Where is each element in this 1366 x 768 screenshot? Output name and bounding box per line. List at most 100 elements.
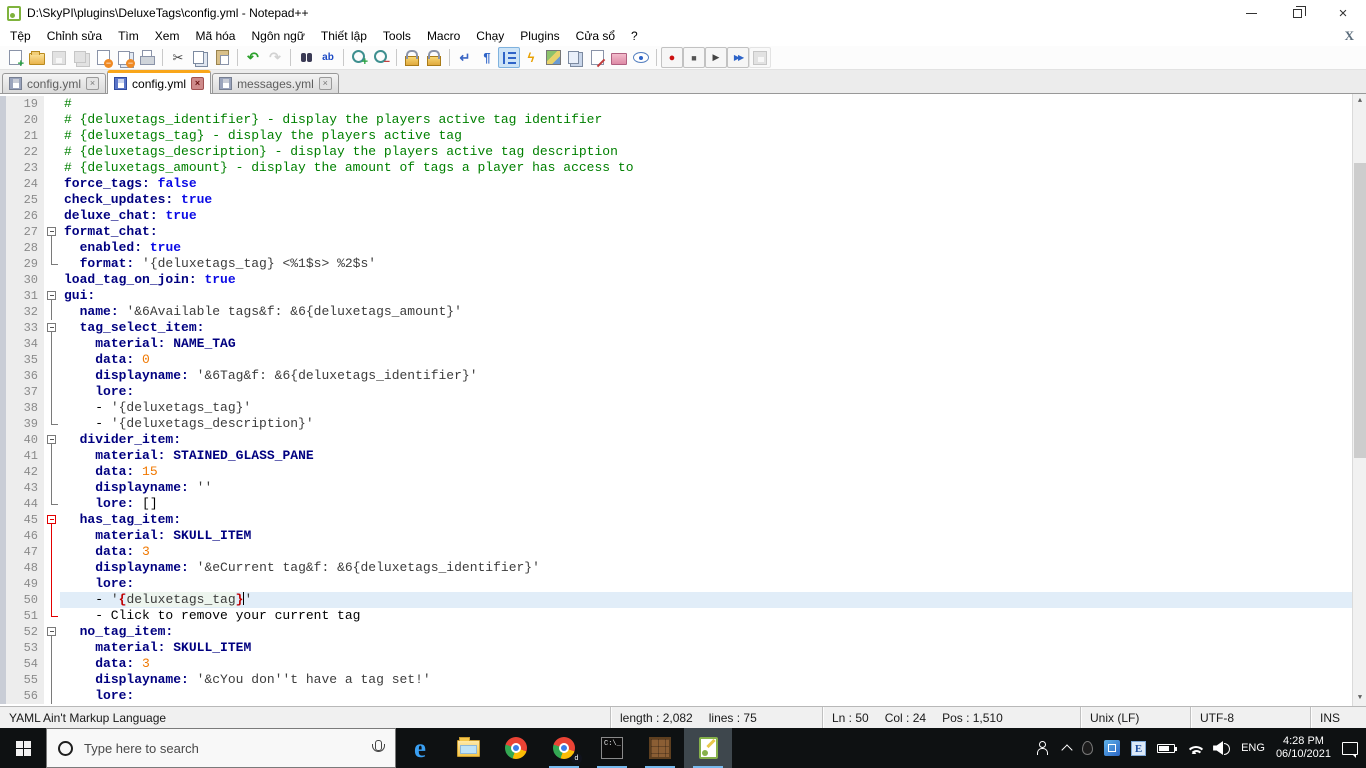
close-tab-icon[interactable]	[191, 77, 205, 90]
playback-macro-icon[interactable]	[705, 47, 727, 68]
close-tab-icon[interactable]	[86, 77, 100, 90]
open-folder-icon[interactable]	[26, 47, 48, 68]
fold-margin-toggle[interactable]	[44, 624, 60, 640]
code-line-24[interactable]: 24 force_tags: false	[0, 176, 1352, 192]
close-document-x-button[interactable]: X	[1345, 28, 1354, 44]
zoom-out-icon[interactable]	[370, 47, 392, 68]
menu-item-ngon-ngu[interactable]: Ngôn ngữ	[243, 27, 312, 45]
vertical-scrollbar[interactable]: ▲ ▼	[1352, 94, 1366, 706]
close-button[interactable]: ×	[1320, 0, 1366, 26]
editor[interactable]: 19 #20 # {deluxetags_identifier} - display…	[0, 94, 1366, 706]
indent-guide-icon[interactable]	[498, 47, 520, 68]
taskbar-notepadpp-icon[interactable]	[684, 728, 732, 768]
menu-item-tep[interactable]: Tệp	[2, 27, 39, 45]
close-tab-icon[interactable]	[318, 77, 332, 90]
menu-item-thiet-lap[interactable]: Thiết lập	[313, 27, 375, 45]
scrollbar-thumb[interactable]	[1354, 163, 1366, 458]
project-panel-icon[interactable]	[608, 47, 630, 68]
taskbar-minecraft-icon[interactable]	[636, 728, 684, 768]
preview-eye-icon[interactable]	[630, 47, 652, 68]
code-line-49[interactable]: 49 lore:	[0, 576, 1352, 592]
code-line-55[interactable]: 55 displayname: '&cYou don''t have a tag…	[0, 672, 1352, 688]
code-line-33[interactable]: 33 tag_select_item:	[0, 320, 1352, 336]
code-line-41[interactable]: 41 material: STAINED_GLASS_PANE	[0, 448, 1352, 464]
scroll-up-arrow[interactable]: ▲	[1353, 94, 1366, 109]
menu-item-xem[interactable]: Xem	[147, 27, 188, 45]
close-doc-icon[interactable]	[92, 47, 114, 68]
find-icon[interactable]	[295, 47, 317, 68]
code-line-53[interactable]: 53 material: SKULL_ITEM	[0, 640, 1352, 656]
status-insert-mode[interactable]: INS	[1310, 707, 1366, 728]
code-line-31[interactable]: 31 gui:	[0, 288, 1352, 304]
save-all-icon[interactable]	[70, 47, 92, 68]
microphone-icon[interactable]	[371, 740, 385, 756]
copy-icon[interactable]	[189, 47, 211, 68]
undo-icon[interactable]	[242, 47, 264, 68]
code-line-27[interactable]: 27 format_chat:	[0, 224, 1352, 240]
code-line-35[interactable]: 35 data: 0	[0, 352, 1352, 368]
fold-margin-toggle[interactable]	[44, 512, 60, 528]
tab-config-yml-1[interactable]: config.yml	[2, 73, 107, 93]
zoom-in-icon[interactable]	[348, 47, 370, 68]
new-file-icon[interactable]	[4, 47, 26, 70]
menu-item-macro[interactable]: Macro	[419, 27, 468, 45]
taskbar-search[interactable]: Type here to search	[46, 728, 396, 768]
code-line-29[interactable]: 29 format: '{deluxetags_tag} <%1$s> %2$s…	[0, 256, 1352, 272]
code-line-54[interactable]: 54 data: 3	[0, 656, 1352, 672]
menu-item-chay[interactable]: Chạy	[468, 27, 512, 45]
tray-chevron-up-icon[interactable]	[1061, 743, 1073, 756]
code-line-52[interactable]: 52 no_tag_item:	[0, 624, 1352, 640]
code-line-47[interactable]: 47 data: 3	[0, 544, 1352, 560]
taskbar-edge-icon[interactable]: e	[396, 728, 444, 768]
code-line-25[interactable]: 25 check_updates: true	[0, 192, 1352, 208]
menu-item-help[interactable]: ?	[623, 27, 646, 45]
scroll-down-arrow[interactable]: ▼	[1353, 691, 1366, 706]
code-line-26[interactable]: 26 deluxe_chat: true	[0, 208, 1352, 224]
stop-record-icon[interactable]	[683, 47, 705, 68]
tray-blue-app-icon[interactable]	[1104, 740, 1121, 756]
tray-wifi-icon[interactable]	[1186, 742, 1207, 754]
code-line-23[interactable]: 23 # {deluxetags_amount} - display the am…	[0, 160, 1352, 176]
save-icon[interactable]	[48, 47, 70, 68]
code-line-46[interactable]: 46 material: SKULL_ITEM	[0, 528, 1352, 544]
code-line-44[interactable]: 44 lore: []	[0, 496, 1352, 512]
code-line-42[interactable]: 42 data: 15	[0, 464, 1352, 480]
tray-volume-icon[interactable]	[1213, 741, 1231, 755]
word-wrap-icon[interactable]	[454, 47, 476, 68]
fold-margin-toggle[interactable]	[44, 320, 60, 336]
tray-language-label[interactable]: ENG	[1241, 742, 1265, 754]
menu-item-ma-hoa[interactable]: Mã hóa	[187, 27, 243, 45]
code-line-39[interactable]: 39 - '{deluxetags_description}'	[0, 416, 1352, 432]
document-map-icon[interactable]	[542, 47, 564, 68]
show-all-characters-icon[interactable]	[476, 47, 498, 68]
code-line-20[interactable]: 20 # {deluxetags_identifier} - display th…	[0, 112, 1352, 128]
code-line-28[interactable]: 28 enabled: true	[0, 240, 1352, 256]
sync-vertical-scroll-icon[interactable]	[401, 47, 423, 68]
tray-e-app-icon[interactable]: E	[1131, 740, 1147, 756]
code-line-32[interactable]: 32 name: '&6Available tags&f: &6{deluxet…	[0, 304, 1352, 320]
taskbar-explorer-icon[interactable]	[444, 728, 492, 768]
paste-icon[interactable]	[211, 47, 233, 68]
status-encoding[interactable]: UTF-8	[1190, 707, 1310, 728]
start-button[interactable]	[0, 728, 46, 768]
code-line-30[interactable]: 30 load_tag_on_join: true	[0, 272, 1352, 288]
code-line-38[interactable]: 38 - '{deluxetags_tag}'	[0, 400, 1352, 416]
save-recorded-macro-icon[interactable]	[749, 47, 771, 68]
code-line-50[interactable]: 50 - '{deluxetags_tag}'	[0, 592, 1352, 608]
edit-macro-icon[interactable]	[586, 47, 608, 68]
sync-horizontal-scroll-icon[interactable]	[423, 47, 445, 68]
tray-clock[interactable]: 4:28 PM 06/10/2021	[1276, 735, 1331, 761]
code-line-36[interactable]: 36 displayname: '&6Tag&f: &6{deluxetags_…	[0, 368, 1352, 384]
cut-icon[interactable]	[167, 47, 189, 68]
menu-item-tools[interactable]: Tools	[375, 27, 419, 45]
document-switcher-icon[interactable]	[564, 47, 586, 68]
run-macro-multiple-icon[interactable]	[727, 47, 749, 68]
code-line-56[interactable]: 56 lore:	[0, 688, 1352, 704]
menu-item-chinh-sua[interactable]: Chỉnh sửa	[39, 27, 110, 45]
minimize-button[interactable]	[1228, 0, 1274, 26]
tab-config-yml-2[interactable]: config.yml	[107, 70, 212, 94]
close-all-docs-icon[interactable]	[114, 47, 136, 68]
replace-icon[interactable]	[317, 47, 339, 68]
tray-people-icon[interactable]	[1036, 741, 1052, 755]
record-macro-icon[interactable]	[661, 47, 683, 68]
